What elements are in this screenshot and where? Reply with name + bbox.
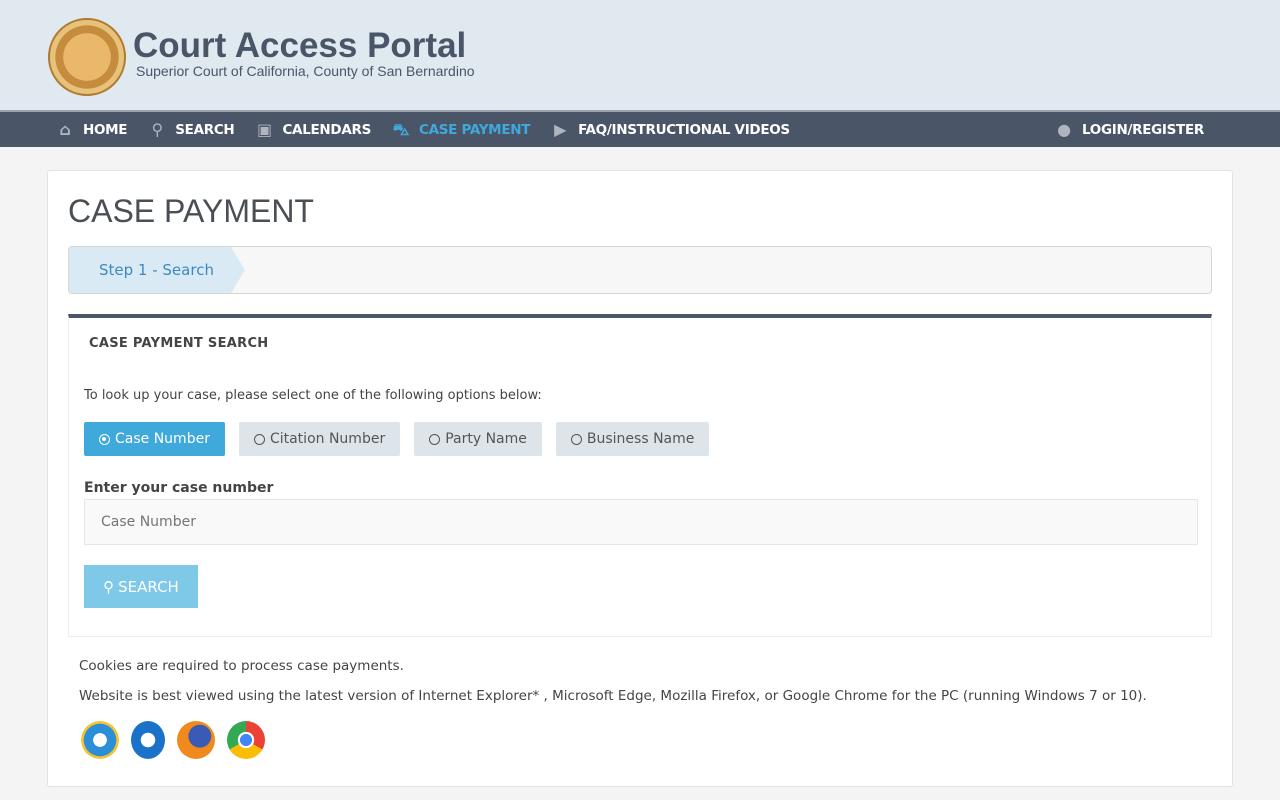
search-options: Case Number Citation Number Party Name B… <box>84 422 723 456</box>
nav-label: HOME <box>83 121 128 138</box>
search-button[interactable]: ⚲ SEARCH <box>84 565 198 608</box>
home-icon: ⌂ <box>59 119 71 139</box>
option-label: Citation Number <box>269 431 386 447</box>
nav-label: CASE PAYMENT <box>419 121 531 138</box>
radio-icon <box>429 433 441 445</box>
nav-search[interactable]: ⚲ SEARCH <box>147 119 235 139</box>
nav-case-payment[interactable]: ⛍ CASE PAYMENT <box>391 119 531 139</box>
radio-icon <box>253 433 265 445</box>
step-1-search: Step 1 - Search <box>69 247 245 293</box>
video-icon: ▶ <box>554 119 567 139</box>
main-card: CASE PAYMENT Step 1 - Search CASE PAYMEN… <box>47 170 1233 787</box>
case-payment-search-panel: CASE PAYMENT SEARCH To look up your case… <box>68 314 1212 637</box>
step-progress: Step 1 - Search <box>68 246 1212 294</box>
nav-login-register[interactable]: ● LOGIN/REGISTER <box>1054 119 1204 139</box>
option-case-number[interactable]: Case Number <box>84 422 225 456</box>
main-nav: ⌂ HOME ⚲ SEARCH ▣ CALENDARS ⛍ CASE PAYMENT ▶… <box>0 110 1280 147</box>
page-title: CASE PAYMENT <box>68 193 314 229</box>
firefox-icon[interactable] <box>177 721 215 759</box>
site-title: Court Access Portal <box>133 26 467 65</box>
nav-faq-videos[interactable]: ▶ FAQ/INSTRUCTIONAL VIDEOS <box>550 119 790 139</box>
search-button-label: SEARCH <box>118 577 179 596</box>
nav-label: LOGIN/REGISTER <box>1081 121 1204 138</box>
nav-label: SEARCH <box>175 121 235 138</box>
option-citation-number[interactable]: Citation Number <box>238 422 401 456</box>
car-icon: ⛍ <box>392 119 410 139</box>
case-number-input[interactable] <box>84 499 1198 545</box>
site-subtitle: Superior Court of California, County of … <box>136 63 475 79</box>
browser-note: Website is best viewed using the latest … <box>79 688 1147 704</box>
nav-label: FAQ/INSTRUCTIONAL VIDEOS <box>578 121 790 138</box>
case-number-label: Enter your case number <box>84 480 274 496</box>
header: Court Access Portal Superior Court of Ca… <box>0 0 1280 110</box>
option-label: Party Name <box>445 431 527 447</box>
chrome-icon[interactable] <box>227 721 265 759</box>
radio-icon <box>99 433 110 445</box>
search-icon: ⚲ <box>151 119 164 139</box>
search-icon: ⚲ <box>103 577 115 596</box>
option-label: Case Number <box>115 431 210 447</box>
user-icon: ● <box>1057 119 1071 139</box>
browser-icons <box>81 721 277 759</box>
radio-icon <box>570 433 582 445</box>
nav-label: CALENDARS <box>282 121 371 138</box>
option-business-name[interactable]: Business Name <box>555 422 710 456</box>
calendar-icon: ▣ <box>257 119 272 139</box>
intro-text: To look up your case, please select one … <box>84 388 542 403</box>
nav-home[interactable]: ⌂ HOME <box>55 119 128 139</box>
option-label: Business Name <box>586 431 695 447</box>
panel-heading: CASE PAYMENT SEARCH <box>89 336 269 351</box>
nav-calendars[interactable]: ▣ CALENDARS <box>254 119 371 139</box>
edge-icon[interactable] <box>131 721 165 759</box>
court-seal-logo[interactable] <box>48 18 126 96</box>
internet-explorer-icon[interactable] <box>81 721 119 759</box>
option-party-name[interactable]: Party Name <box>414 422 542 456</box>
cookies-note: Cookies are required to process case pay… <box>79 658 404 674</box>
